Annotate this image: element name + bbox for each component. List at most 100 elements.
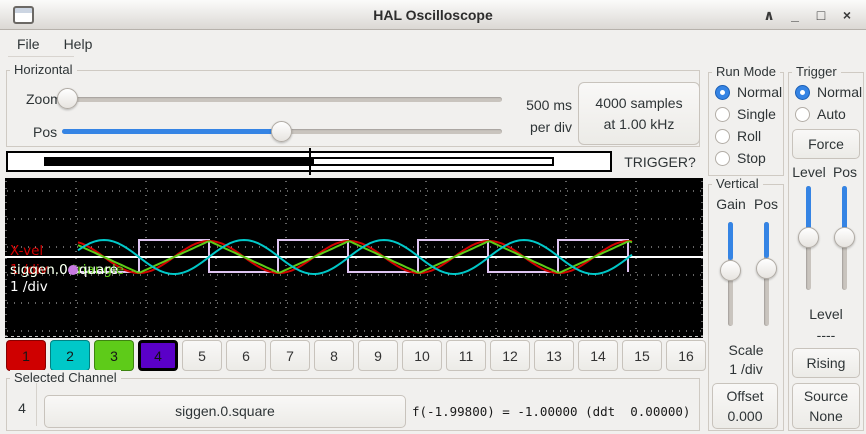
menubar: File Help	[0, 30, 866, 57]
app-window: HAL Oscilloscope ∧ _ □ × File Help Horiz…	[0, 0, 866, 434]
close-icon[interactable]: ×	[836, 4, 858, 26]
run-mode-option-label: Stop	[737, 150, 766, 166]
trigger-pos-slider-label: Pos	[828, 164, 862, 180]
scope-label-ch1: X-vel	[10, 243, 43, 259]
offset-button[interactable]: Offset 0.000	[712, 383, 778, 429]
channel-button-9[interactable]: 9	[358, 340, 398, 371]
selected-channel-marker-dot	[68, 265, 78, 275]
vertical-pos-slider-handle[interactable]	[756, 258, 777, 279]
run-mode-options: Normal Single Roll Stop	[709, 81, 785, 169]
radio-off-icon[interactable]	[795, 107, 810, 122]
shade-icon[interactable]: ∧	[758, 4, 780, 26]
zoom-slider-handle[interactable]	[57, 88, 78, 109]
run-mode-group: Run Mode NormalSingleRollStop	[708, 72, 784, 176]
radio-on-icon[interactable]	[795, 85, 810, 100]
selected-channel-group-label: Selected Channel	[10, 370, 121, 385]
radio-off-icon[interactable]	[715, 151, 730, 166]
vertical-group-label: Vertical	[712, 176, 763, 191]
zoom-slider-track[interactable]	[57, 97, 502, 102]
channel-button-15[interactable]: 15	[622, 340, 662, 371]
trigger-pos-slider-handle[interactable]	[834, 227, 855, 248]
channel-button-12[interactable]: 12	[490, 340, 530, 371]
channel-button-6[interactable]: 6	[226, 340, 266, 371]
run-mode-option-label: Normal	[737, 84, 782, 100]
run-mode-option-label: Single	[737, 106, 776, 122]
run-mode-option-normal[interactable]: Normal	[709, 81, 785, 103]
channel-button-11[interactable]: 11	[446, 340, 486, 371]
radio-on-icon[interactable]	[715, 85, 730, 100]
time-per-div-unit: per div	[500, 119, 572, 135]
run-mode-option-label: Roll	[737, 128, 761, 144]
radio-off-icon[interactable]	[715, 129, 730, 144]
channel-button-8[interactable]: 8	[314, 340, 354, 371]
trigger-mode-option-label: Normal	[817, 84, 862, 100]
pos-slider-handle[interactable]	[271, 121, 292, 142]
trigger-options: Normal Auto	[789, 81, 865, 125]
vertical-gain-slider-fill	[728, 222, 733, 260]
scope-label-scale: 1 /div	[10, 279, 48, 295]
vertical-gain-label: Gain	[712, 196, 750, 212]
channel-button-13[interactable]: 13	[534, 340, 574, 371]
channel-button-3[interactable]: 3	[94, 340, 134, 371]
titlebar[interactable]: HAL Oscilloscope ∧ _ □ ×	[0, 0, 866, 30]
radio-off-icon[interactable]	[715, 107, 730, 122]
channel-value-readout: f(-1.99800) = -1.00000 (ddt 0.00000)	[412, 404, 690, 419]
minimize-icon[interactable]: _	[784, 4, 806, 26]
offset-button-value: 0.000	[727, 406, 762, 426]
vertical-scale-value: 1 /div	[708, 361, 784, 377]
vertical-pos-label: Pos	[748, 196, 784, 212]
record-position-marker	[309, 148, 311, 175]
channel-button-4[interactable]: 4	[138, 340, 178, 371]
pos-label: Pos	[33, 124, 57, 140]
offset-button-label: Offset	[726, 386, 763, 406]
window-controls: ∧ _ □ ×	[758, 0, 858, 30]
run-mode-option-stop[interactable]: Stop	[709, 147, 785, 169]
record-filled-portion	[44, 157, 312, 166]
window-title: HAL Oscilloscope	[0, 7, 866, 23]
selected-channel-number: 4	[12, 400, 32, 416]
trigger-source-button-value: None	[809, 406, 842, 426]
trigger-mode-option-normal[interactable]: Normal	[789, 81, 865, 103]
channel-button-10[interactable]: 10	[402, 340, 442, 371]
record-pending-portion	[312, 157, 554, 166]
force-button[interactable]: Force	[792, 129, 860, 159]
trigger-level-value: ----	[788, 327, 864, 343]
trigger-level-label: Level	[788, 306, 864, 322]
channel-button-14[interactable]: 14	[578, 340, 618, 371]
trigger-level-slider-handle[interactable]	[798, 227, 819, 248]
channel-name-button[interactable]: siggen.0.square	[44, 395, 406, 428]
run-mode-option-roll[interactable]: Roll	[709, 125, 785, 147]
trigger-level-slider-label: Level	[789, 164, 829, 180]
run-mode-group-label: Run Mode	[712, 64, 780, 79]
maximize-icon[interactable]: □	[810, 4, 832, 26]
samples-button-line1: 4000 samples	[595, 93, 682, 113]
scope-label-ch4: siggen.0.square	[10, 262, 118, 278]
channel-button-5[interactable]: 5	[182, 340, 222, 371]
menu-file[interactable]: File	[6, 33, 51, 55]
scope-display: X-vel 1 /div siggen.0.triangle siggen.0.…	[5, 178, 703, 338]
trigger-mode-option-auto[interactable]: Auto	[789, 103, 865, 125]
trigger-source-button[interactable]: Source None	[792, 383, 860, 429]
time-per-div-value: 500 ms	[500, 97, 572, 113]
trigger-level-slider-fill	[806, 186, 811, 230]
trigger-pos-slider-fill	[842, 186, 847, 230]
menu-help[interactable]: Help	[53, 33, 104, 55]
channel-button-7[interactable]: 7	[270, 340, 310, 371]
channel-button-16[interactable]: 16	[666, 340, 706, 371]
scope-canvas: X-vel 1 /div siggen.0.triangle siggen.0.…	[5, 178, 703, 338]
app-icon	[13, 6, 34, 24]
horizontal-group-label: Horizontal	[10, 62, 77, 77]
channel-button-row: 12345678910111213141516	[6, 340, 706, 371]
trigger-mode-option-label: Auto	[817, 106, 846, 122]
vertical-pos-slider-fill	[764, 222, 769, 258]
trigger-group-label: Trigger	[792, 64, 841, 79]
menubar-divider	[8, 56, 74, 57]
selected-channel-divider	[36, 383, 37, 426]
samples-button[interactable]: 4000 samples at 1.00 kHz	[578, 82, 700, 145]
trigger-source-button-label: Source	[804, 386, 848, 406]
trigger-edge-button[interactable]: Rising	[792, 348, 860, 378]
channel-button-2[interactable]: 2	[50, 340, 90, 371]
channel-button-1[interactable]: 1	[6, 340, 46, 371]
run-mode-option-single[interactable]: Single	[709, 103, 785, 125]
vertical-gain-slider-handle[interactable]	[720, 260, 741, 281]
